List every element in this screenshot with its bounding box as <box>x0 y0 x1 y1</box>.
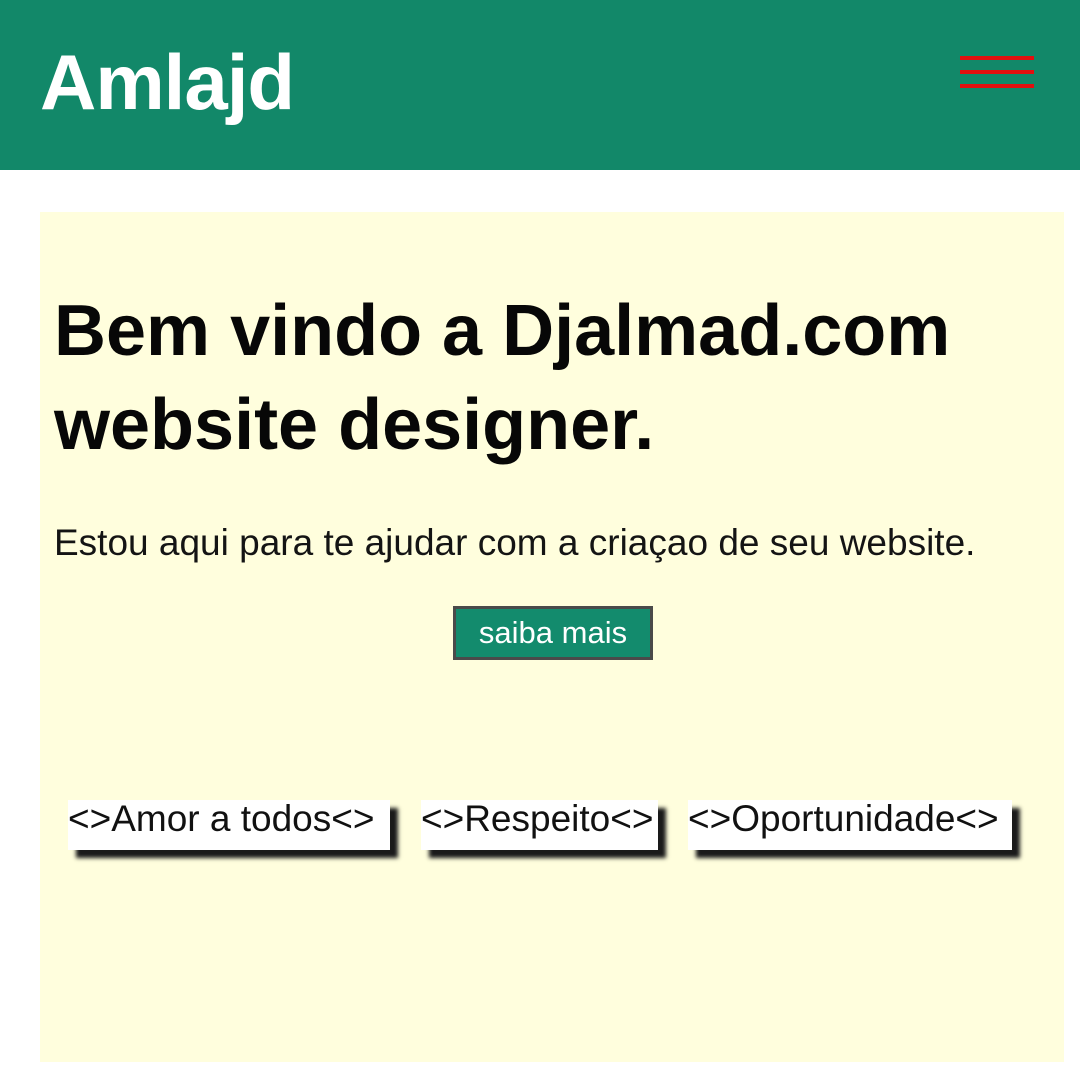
menu-button[interactable] <box>958 56 1036 94</box>
site-logo-text[interactable]: Amlajd <box>40 36 295 128</box>
site-header: Amlajd <box>0 0 1080 170</box>
hero-headline: Bem vindo a Djalmad.com website designer… <box>54 291 951 465</box>
value-card-label: <>Respeito<> <box>421 798 654 839</box>
hero-tagline: Estou aqui para te ajudar com a criaçao … <box>54 522 976 563</box>
saiba-mais-button[interactable]: saiba mais <box>453 606 653 660</box>
value-card-label: <>Amor a todos<> <box>68 798 375 839</box>
value-card-respeito[interactable]: <>Respeito<> <box>421 800 658 850</box>
value-card-label: <>Oportunidade<> <box>688 798 999 839</box>
hero-panel: Bem vindo a Djalmad.com website designer… <box>40 212 1064 1062</box>
value-card-oportunidade[interactable]: <>Oportunidade<> <box>688 800 1012 850</box>
value-card-amor[interactable]: <>Amor a todos<> <box>68 800 390 850</box>
